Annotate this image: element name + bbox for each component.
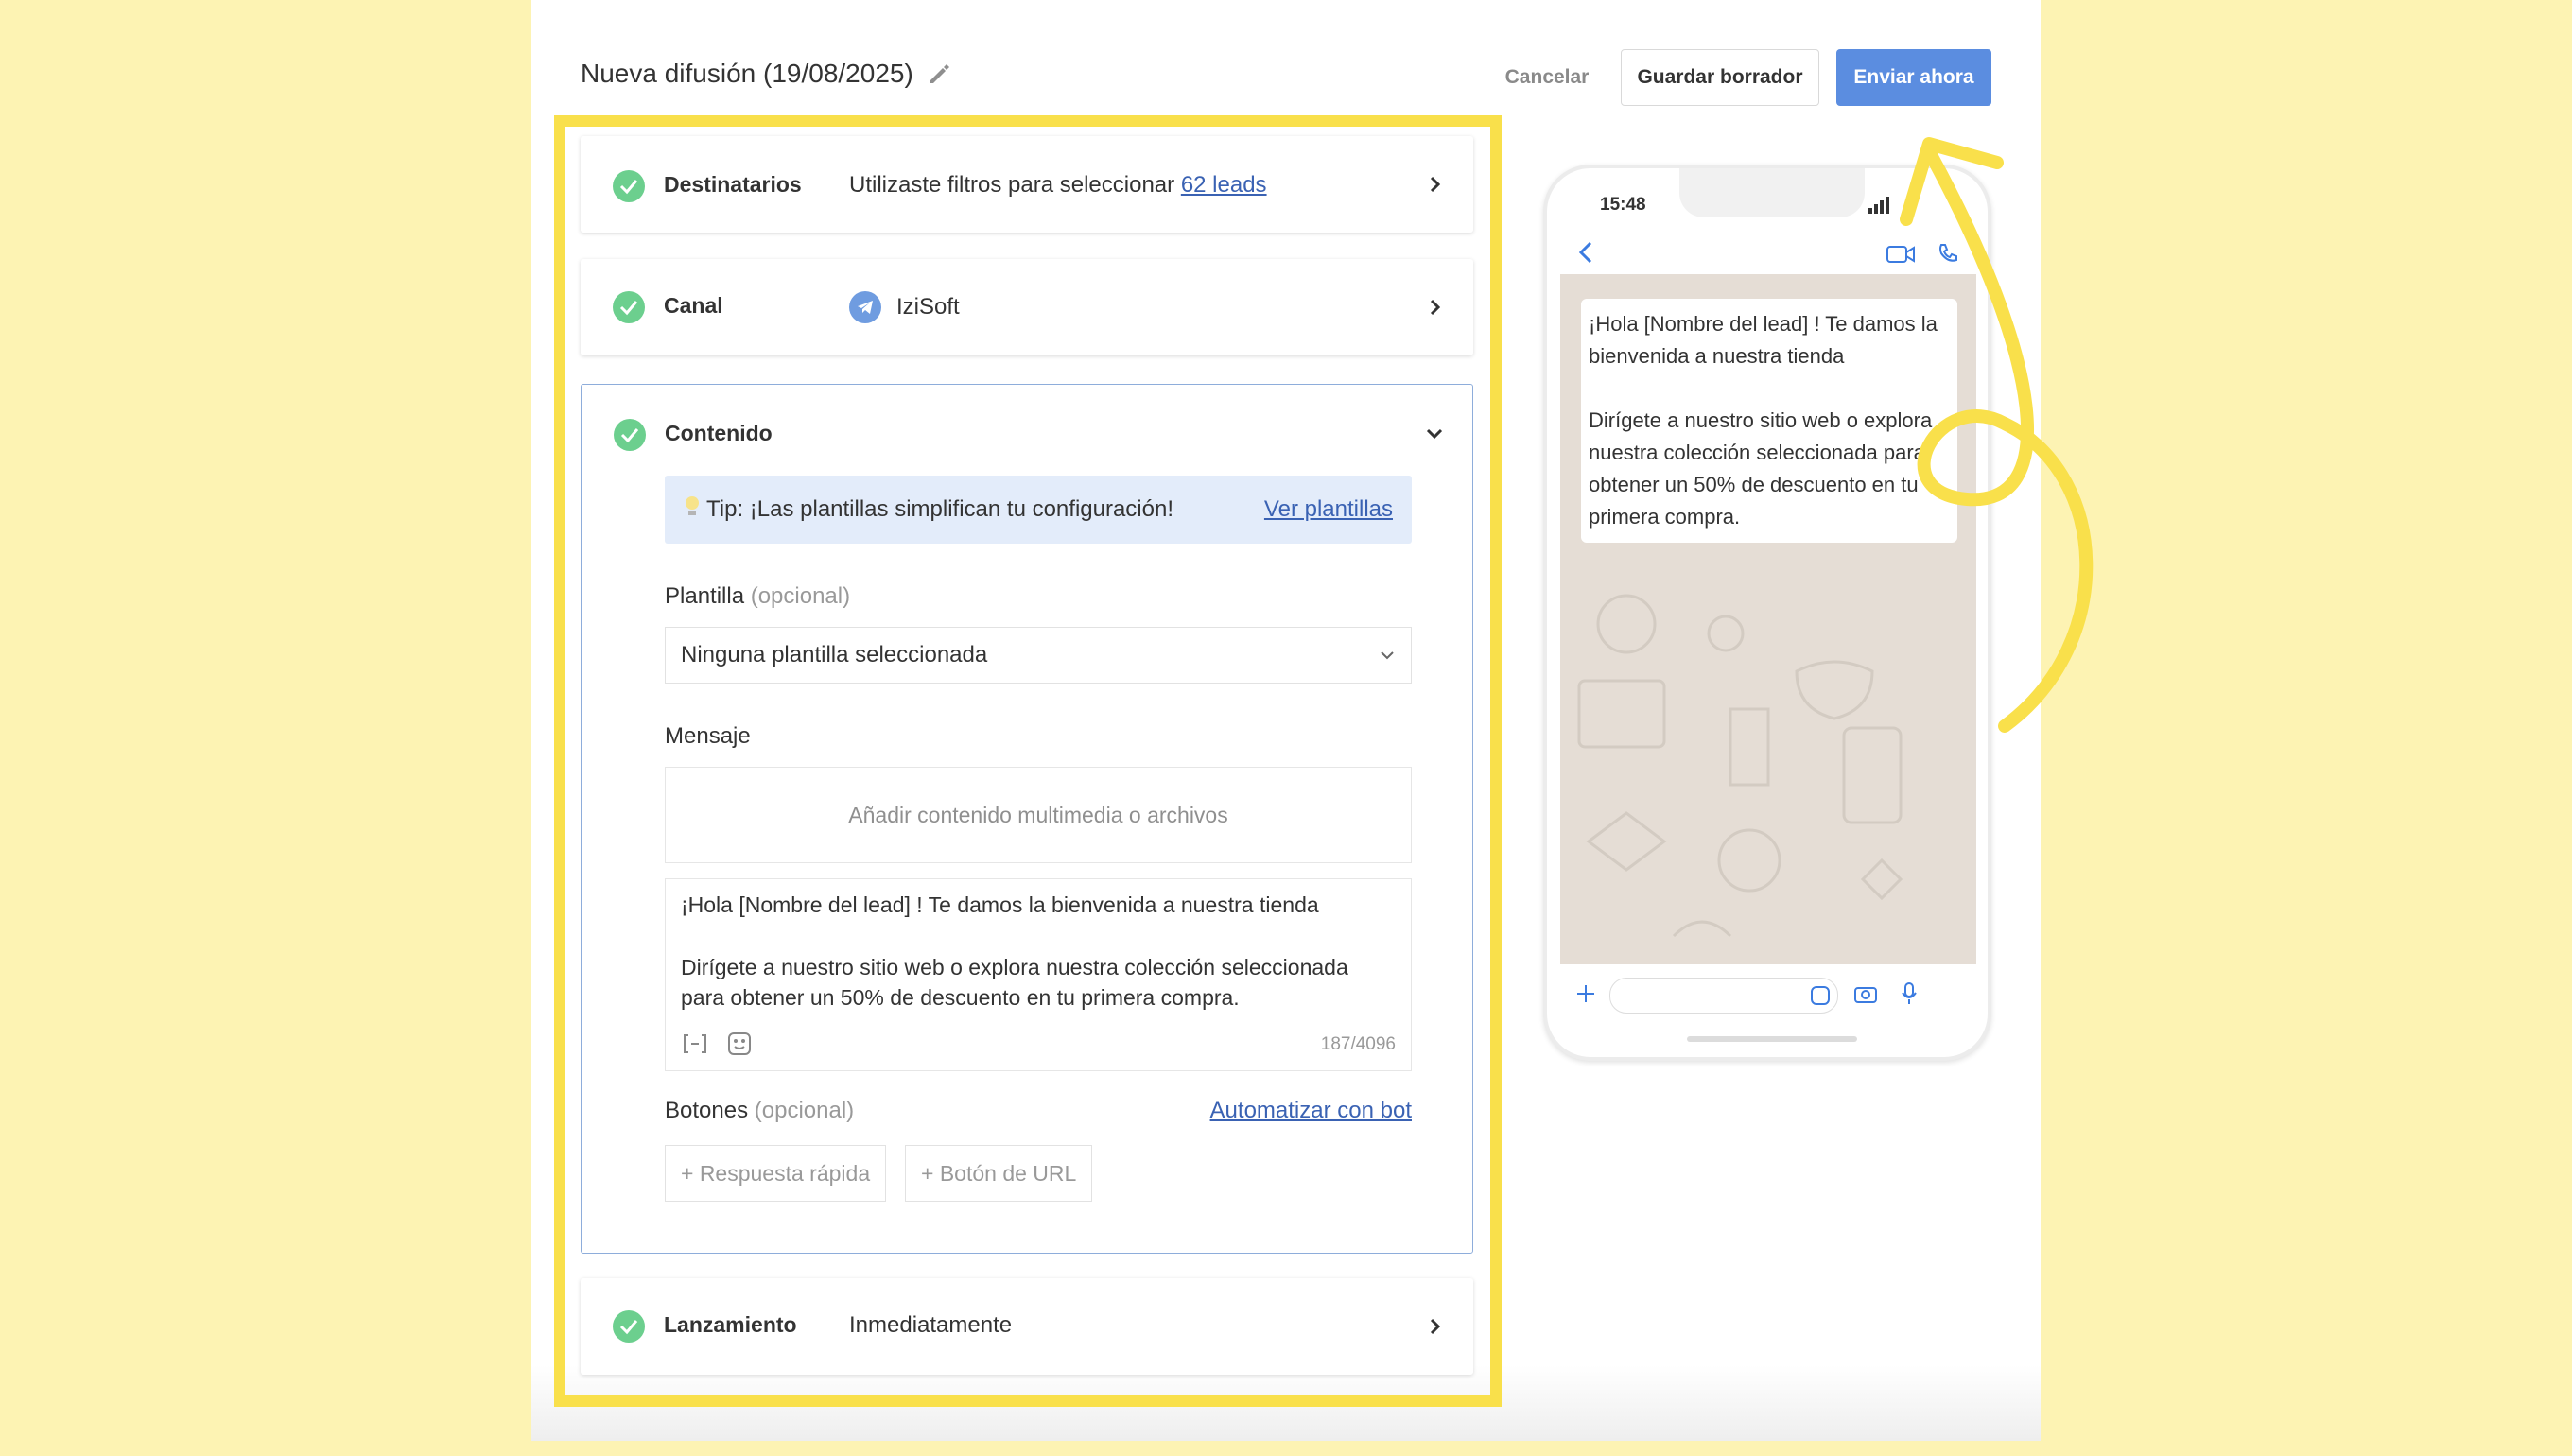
message-textarea[interactable]: ¡Hola [Nombre del lead] ! Te damos la bi…	[665, 878, 1412, 1071]
recipients-summary: Utilizaste filtros para seleccionar 62 l…	[849, 172, 1267, 199]
check-icon	[613, 170, 645, 202]
message-line: ¡Hola [Nombre del lead] ! Te damos la bi…	[681, 893, 1319, 917]
view-templates-link[interactable]: Ver plantillas	[1264, 496, 1393, 523]
chat-area: ¡Hola [Nombre del lead] ! Te damos la bi…	[1560, 274, 1976, 964]
send-now-button[interactable]: Enviar ahora	[1836, 49, 1991, 106]
check-icon	[613, 1310, 645, 1343]
content-label: Contenido	[665, 421, 773, 445]
bubble-spacer	[1589, 373, 1950, 405]
templates-tip: Tip: ¡Las plantillas simplifican tu conf…	[665, 476, 1412, 544]
buttons-optional: (opcional)	[754, 1098, 855, 1123]
media-dropzone[interactable]: Añadir contenido multimedia o archivos	[665, 767, 1412, 863]
chevron-right-icon[interactable]	[1426, 1317, 1445, 1336]
cancel-button[interactable]: Cancelar	[1490, 49, 1604, 106]
template-field-label: Plantilla (opcional)	[665, 583, 850, 610]
save-draft-button[interactable]: Guardar borrador	[1621, 49, 1819, 106]
buttons-field-label: Botones (opcional)	[665, 1098, 854, 1124]
template-label: Plantilla	[665, 583, 745, 609]
video-call-icon	[1886, 246, 1915, 263]
channel-value: IziSoft	[849, 291, 960, 323]
launch-label: Lanzamiento	[664, 1312, 797, 1337]
chevron-down-icon	[1381, 651, 1394, 660]
chevron-right-icon[interactable]	[1426, 298, 1445, 317]
chat-input	[1609, 978, 1838, 1014]
status-time: 15:48	[1600, 195, 1646, 215]
check-icon	[613, 291, 645, 323]
signal-icon	[1868, 197, 1889, 214]
sticker-icon[interactable]	[726, 1031, 753, 1063]
variable-icon[interactable]	[683, 1032, 707, 1061]
url-button[interactable]: + Botón de URL	[905, 1145, 1093, 1202]
page-header: Nueva difusión (19/08/2025)	[581, 59, 951, 89]
home-indicator	[1687, 1036, 1857, 1042]
channel-name: IziSoft	[896, 294, 960, 320]
automate-bot-link[interactable]: Automatizar con bot	[1210, 1098, 1412, 1124]
page-title: Nueva difusión (19/08/2025)	[581, 59, 913, 88]
template-select[interactable]: Ninguna plantilla seleccionada	[665, 627, 1412, 684]
buttons-label: Botones	[665, 1098, 749, 1123]
leads-link[interactable]: 62 leads	[1181, 172, 1267, 198]
bubble-paragraph: Dirígete a nuestro sitio web o explora n…	[1589, 408, 1933, 529]
content-card: Contenido Tip: ¡Las plantillas simplific…	[581, 384, 1473, 1254]
chevron-down-icon[interactable]	[1425, 425, 1444, 443]
message-line: para obtener un 50% de descuento en tu p…	[681, 985, 1240, 1010]
plus-icon	[1577, 985, 1594, 1002]
message-label: Mensaje	[665, 723, 751, 749]
telegram-icon	[849, 291, 881, 323]
tip-text: Tip: ¡Las plantillas simplifican tu conf…	[706, 496, 1174, 522]
bubble-paragraph: ¡Hola [Nombre del lead] ! Te damos la bi…	[1589, 312, 1938, 368]
quick-reply-button[interactable]: + Respuesta rápida	[665, 1145, 887, 1202]
recipients-label: Destinatarios	[664, 172, 802, 197]
lightbulb-icon	[684, 495, 701, 525]
back-icon	[1578, 241, 1592, 264]
channel-label: Canal	[664, 293, 723, 318]
microphone-icon	[1902, 982, 1917, 1004]
template-select-value: Ninguna plantilla seleccionada	[681, 642, 988, 667]
check-icon	[614, 419, 646, 451]
sticker-icon	[1811, 986, 1830, 1005]
phone-notch	[1679, 168, 1865, 217]
channel-card[interactable]: Canal IziSoft	[581, 259, 1473, 355]
message-line: Dirígete a nuestro sitio web o explora n…	[681, 955, 1348, 979]
phone-call-icon	[1939, 244, 1957, 262]
recipients-text: Utilizaste filtros para seleccionar	[849, 172, 1181, 198]
launch-card[interactable]: Lanzamiento Inmediatamente	[581, 1278, 1473, 1375]
pencil-icon[interactable]	[927, 61, 951, 86]
char-counter: 187/4096	[1320, 1034, 1396, 1054]
template-optional: (opcional)	[750, 583, 851, 609]
message-bubble: ¡Hola [Nombre del lead] ! Te damos la bi…	[1581, 299, 1957, 543]
chevron-right-icon[interactable]	[1426, 175, 1445, 194]
recipients-card[interactable]: Destinatarios Utilizaste filtros para se…	[581, 136, 1473, 233]
camera-icon	[1854, 987, 1877, 1003]
phone-preview: 15:48 ¡Hola [Nombre del lead] ! Te damos…	[1543, 165, 1991, 1061]
launch-value: Inmediatamente	[849, 1312, 1013, 1338]
